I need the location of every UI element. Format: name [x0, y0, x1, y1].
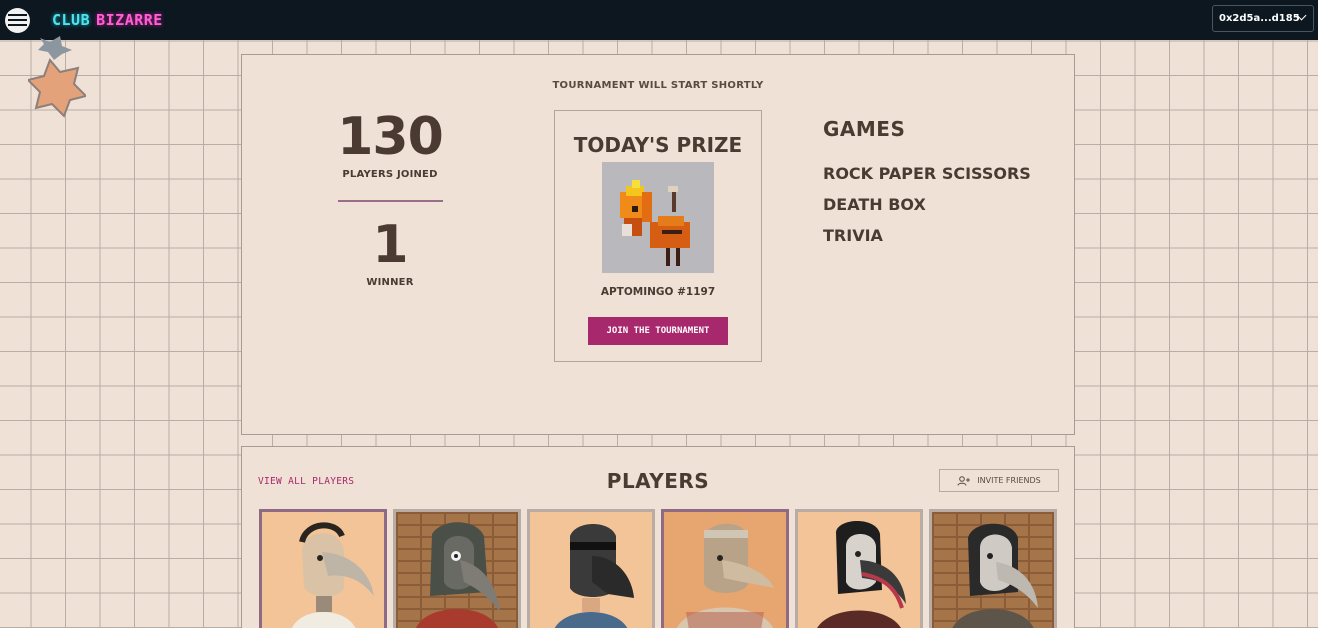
players-joined-label: PLAYERS JOINED: [342, 169, 438, 180]
join-tournament-button[interactable]: JOIN THE TOURNAMENT: [588, 317, 728, 345]
player-card[interactable]: [929, 509, 1057, 628]
player-card[interactable]: [661, 509, 789, 628]
winner-label: WINNER: [366, 277, 414, 288]
logo-text-bizarre: BIZARRE: [96, 11, 163, 29]
players-joined-count: 130: [337, 107, 444, 167]
player-avatar: [292, 522, 374, 628]
player-card[interactable]: [795, 509, 923, 628]
flamingo-pixel-art: [620, 180, 690, 266]
player-card[interactable]: [393, 509, 521, 628]
club-bizarre-logo[interactable]: CLUB BIZARRE: [52, 10, 163, 30]
game-item-trivia: TRIVIA: [823, 226, 883, 245]
prize-title: TODAY'S PRIZE: [573, 133, 743, 157]
games-title: GAMES: [823, 117, 906, 141]
player-avatar: [817, 521, 906, 628]
tournament-panel: TOURNAMENT WILL START SHORTLY 130 PLAYER…: [241, 54, 1075, 435]
wallet-address: 0x2d5a...d185: [1219, 13, 1300, 24]
game-item-rock-paper-scissors: ROCK PAPER SCISSORS: [823, 164, 1031, 183]
prize-card: TODAY'S PRIZE APTOMINGO #1197 JOIN THE T…: [554, 110, 762, 362]
tournament-status: TOURNAMENT WILL START SHORTLY: [552, 80, 764, 91]
prize-nft-image: [602, 162, 714, 273]
invite-friends-button[interactable]: INVITE FRIENDS: [939, 469, 1059, 492]
top-bar: CLUB BIZARRE 0x2d5a...d185: [0, 0, 1318, 40]
players-panel: VIEW ALL PLAYERS PLAYERS INVITE FRIENDS: [241, 446, 1075, 628]
star-decoration: [28, 58, 86, 118]
player-avatar: [416, 522, 500, 628]
winner-count: 1: [372, 215, 408, 275]
add-user-icon: [957, 475, 971, 486]
player-avatar: [676, 523, 774, 628]
star-decoration-top: [38, 36, 72, 60]
player-avatar: [554, 524, 634, 628]
player-card[interactable]: [259, 509, 387, 628]
game-item-death-box: DEATH BOX: [823, 195, 926, 214]
player-avatar: [952, 523, 1038, 628]
menu-icon[interactable]: [5, 8, 30, 33]
stats-divider: [338, 200, 443, 202]
logo-text-club: CLUB: [52, 11, 91, 29]
prize-name: APTOMINGO #1197: [600, 286, 716, 298]
player-cards-row: [259, 509, 1059, 628]
player-card[interactable]: [527, 509, 655, 628]
invite-friends-label: INVITE FRIENDS: [977, 476, 1041, 485]
wallet-dropdown[interactable]: 0x2d5a...d185: [1212, 5, 1314, 32]
